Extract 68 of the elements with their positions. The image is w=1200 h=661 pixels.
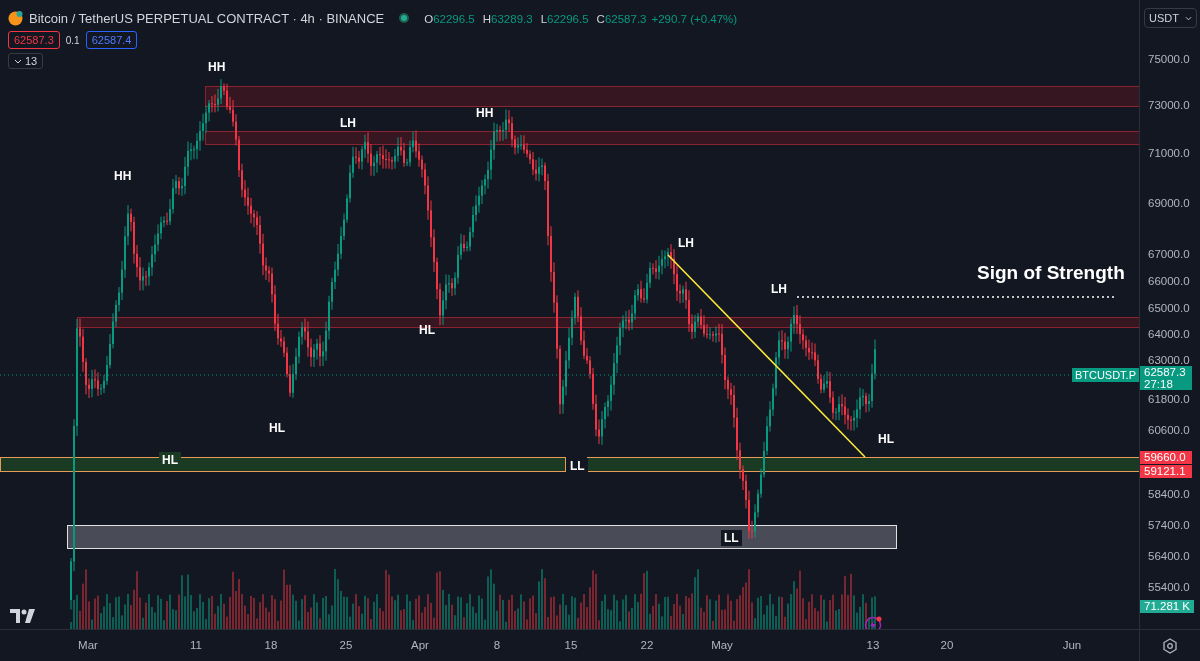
spread-value: 0.1 bbox=[65, 34, 80, 46]
time-label: 8 bbox=[493, 639, 501, 651]
annotation-text: Sign of Strength bbox=[977, 262, 1125, 284]
swing-label: LL bbox=[721, 530, 742, 546]
last-price-badge: 62587.3 27:18 bbox=[1140, 366, 1192, 390]
price-label: 58400.0 bbox=[1148, 488, 1190, 500]
swing-label: HL bbox=[418, 322, 436, 338]
swing-label: HH bbox=[475, 105, 495, 121]
time-label: 15 bbox=[564, 639, 578, 651]
price-label: 56400.0 bbox=[1148, 550, 1190, 562]
sell-button[interactable]: 62587.3 bbox=[8, 31, 60, 49]
ohlc-value: 62296.5 bbox=[547, 13, 589, 25]
time-label: 18 bbox=[264, 639, 278, 651]
price-label: 75000.0 bbox=[1148, 53, 1190, 65]
ohlc-key: C bbox=[596, 13, 605, 25]
status-dot-icon bbox=[398, 12, 411, 24]
logo-icon bbox=[10, 609, 36, 623]
indicators-toggle[interactable]: 13 bbox=[8, 53, 44, 69]
price-label: 69000.0 bbox=[1148, 197, 1190, 209]
time-label: Apr bbox=[411, 639, 429, 651]
currency-dropdown[interactable]: USDT bbox=[1144, 8, 1197, 28]
swing-label: LH bbox=[770, 281, 788, 297]
ohlc-value: 63289.3 bbox=[491, 13, 533, 25]
time-label: 22 bbox=[640, 639, 654, 651]
swing-label: HL bbox=[877, 431, 895, 447]
price-label: 60600.0 bbox=[1148, 424, 1190, 436]
bitcoin-icon bbox=[8, 10, 23, 26]
ohlc-value: 62296.5 bbox=[433, 13, 475, 25]
price-label: 64000.0 bbox=[1148, 328, 1190, 340]
price-label: 55400.0 bbox=[1148, 581, 1190, 593]
symbol-tag: BTCUSDT.P bbox=[1071, 368, 1139, 382]
time-label: 25 bbox=[339, 639, 353, 651]
price-label: 67000.0 bbox=[1148, 248, 1190, 260]
ohlc-key: O bbox=[424, 13, 434, 25]
swing-label: LH bbox=[339, 115, 357, 131]
lightning-icon[interactable] bbox=[864, 615, 884, 629]
time-label: 13 bbox=[866, 639, 880, 651]
chevron-down-icon bbox=[14, 58, 22, 64]
ohlc-key: H bbox=[482, 13, 492, 25]
settings-icon[interactable] bbox=[1162, 637, 1178, 654]
time-label: 20 bbox=[940, 639, 954, 651]
swing-label: HH bbox=[207, 59, 227, 75]
swing-label: LL bbox=[567, 458, 588, 474]
price-label: 57400.0 bbox=[1148, 519, 1190, 531]
ohlc-key: L bbox=[540, 13, 548, 25]
volume-badge: 71.281 K bbox=[1140, 600, 1195, 613]
swing-label: HL bbox=[268, 420, 286, 436]
swing-label: LH bbox=[677, 235, 695, 251]
ohlc-value: 62587.3 bbox=[604, 13, 647, 25]
symbol-title[interactable]: Bitcoin / TetherUS PERPETUAL CONTRACT · 4h · BINANCE bbox=[29, 10, 385, 26]
price-level-badge: 59121.1 bbox=[1140, 465, 1192, 478]
price-label: 61800.0 bbox=[1148, 393, 1190, 405]
buy-button[interactable]: 62587.4 bbox=[85, 31, 138, 49]
time-label: 11 bbox=[190, 639, 202, 651]
swing-label: HH bbox=[113, 168, 133, 184]
price-label: 73000.0 bbox=[1148, 99, 1190, 111]
price-label: 66000.0 bbox=[1148, 275, 1190, 287]
price-label: 71000.0 bbox=[1148, 147, 1190, 159]
chevron-down-icon bbox=[1184, 15, 1192, 21]
price-change: +290.7 (+0.47%) bbox=[651, 13, 738, 25]
time-axis[interactable]: Mar 11 18 25 Apr 8 15 22 May 13 20 Jun bbox=[0, 630, 1140, 661]
price-axis[interactable]: USDT 75000.0 73000.0 71000.0 69000.0 67000.0 66000.0 65000.0 64000.0 63000.0 61800.0 60600.0 58400.0 57400.0 56400.0 55400.0 62587.3 27:18 59660.0 59121.1 71.281 K bbox=[1140, 0, 1200, 630]
price-level-badge: 59660.0 bbox=[1140, 451, 1192, 464]
time-label: May bbox=[711, 639, 733, 651]
price-label: 63000.0 bbox=[1148, 354, 1190, 366]
time-label: Mar bbox=[78, 639, 98, 651]
time-label: Jun bbox=[1062, 639, 1082, 651]
price-label: 65000.0 bbox=[1148, 302, 1190, 314]
